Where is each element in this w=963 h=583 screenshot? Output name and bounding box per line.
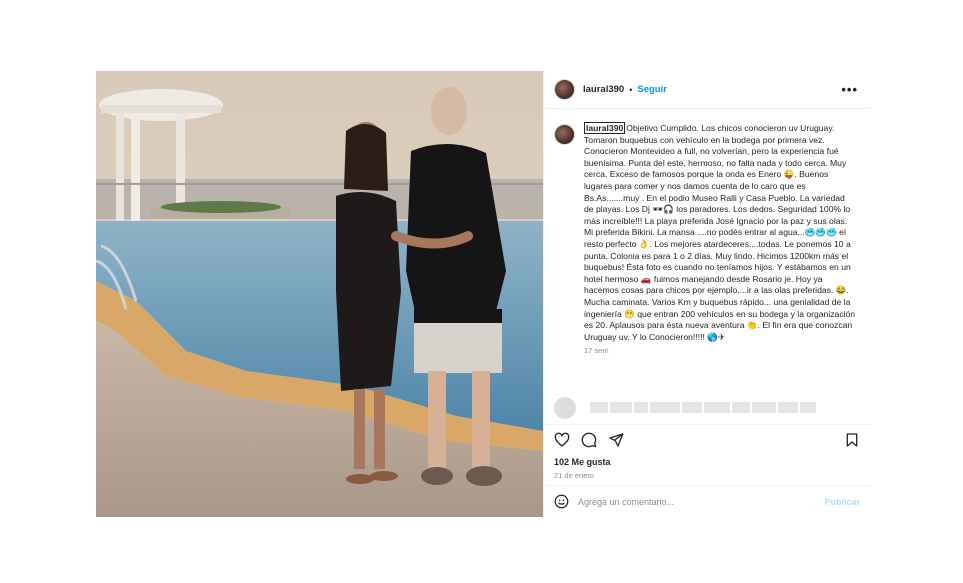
publish-button[interactable]: Publicar: [824, 497, 860, 507]
post-side-panel: laural390 • Seguir ••• laural390 Objetivo…: [543, 71, 870, 517]
instagram-post: laural390 • Seguir ••• laural390 Objetivo…: [96, 71, 870, 517]
emoji-icon[interactable]: [554, 494, 569, 509]
avatar[interactable]: [554, 79, 575, 100]
separator-dot: •: [629, 84, 633, 95]
more-horizontal-icon[interactable]: •••: [841, 82, 858, 97]
blurred-text: [590, 402, 816, 413]
caption-avatar[interactable]: [554, 124, 575, 145]
comment-icon[interactable]: [581, 432, 597, 448]
likes-count[interactable]: 102 Me gusta: [544, 457, 870, 467]
send-icon[interactable]: [608, 432, 624, 448]
follow-button[interactable]: Seguir: [637, 84, 667, 95]
post-header: laural390 • Seguir •••: [544, 71, 870, 109]
action-bar: [544, 425, 870, 455]
post-photo[interactable]: [96, 71, 543, 517]
header-username[interactable]: laural390: [583, 84, 624, 95]
couple-by-pool-photo: [96, 71, 543, 517]
caption-text: laural390 Objetivo Cumplido. Los chicos c…: [584, 122, 856, 343]
caption-content: Objetivo Cumplido. Los chicos conocieron…: [584, 123, 856, 342]
comment-input[interactable]: [578, 496, 816, 507]
blurred-avatar: [554, 396, 576, 419]
bookmark-icon[interactable]: [844, 432, 860, 448]
post-date: 21 de enero: [554, 471, 595, 480]
caption-section: laural390 Objetivo Cumplido. Los chicos c…: [544, 109, 870, 391]
caption-body: laural390 Objetivo Cumplido. Los chicos c…: [584, 122, 856, 391]
caption-time[interactable]: 17 sem: [584, 346, 856, 355]
blurred-comment: [544, 391, 870, 425]
comment-box: Publicar: [544, 485, 870, 517]
heart-icon[interactable]: [554, 432, 570, 448]
caption-username[interactable]: laural390: [584, 122, 626, 134]
